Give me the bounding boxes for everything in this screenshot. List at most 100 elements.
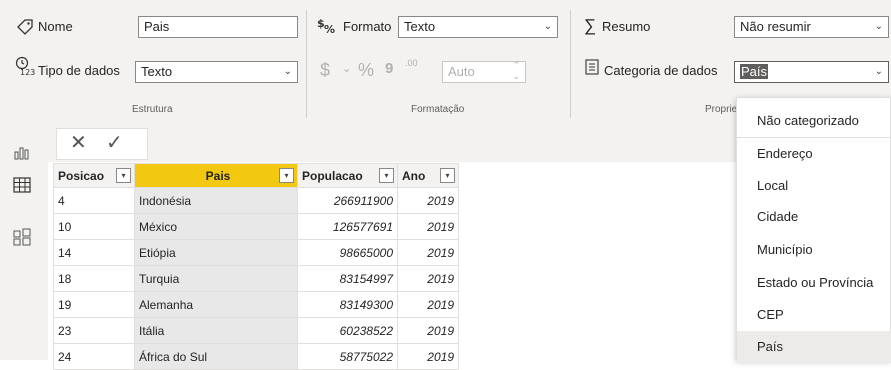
separator (570, 10, 571, 118)
table-row[interactable]: 18 Turquia 83154997 2019 (53, 265, 459, 292)
cell-ano[interactable]: 2019 (397, 317, 459, 344)
confirm-icon[interactable]: ✓ (106, 130, 123, 155)
model-view-icon[interactable] (13, 228, 31, 251)
menu-item-estado-ou-provincia[interactable]: Estado ou Província (737, 267, 891, 299)
table-row[interactable]: 23 Itália 60238522 2019 (53, 317, 459, 344)
cell-populacao[interactable]: 83149300 (297, 291, 398, 318)
cell-populacao[interactable]: 266911900 (297, 187, 398, 214)
tipo-de-dados-label: Tipo de dados (38, 63, 120, 78)
tag-icon (16, 18, 34, 41)
svg-text:%: % (324, 23, 335, 35)
nome-label: Nome (38, 19, 73, 34)
data-table: Posicao ▾ Pais ▾ Populacao ▾ Ano ▾ 4 Indonési… (53, 163, 459, 370)
filter-dropdown-icon[interactable]: ▾ (279, 168, 294, 183)
chevron-down-icon: ⌄ (874, 21, 883, 32)
cell-posicao[interactable]: 18 (53, 265, 135, 292)
filter-dropdown-icon[interactable]: ▾ (379, 168, 394, 183)
cell-ano[interactable]: 2019 (397, 343, 459, 370)
auto-value: Auto (448, 64, 475, 79)
decimal-places-input[interactable]: Auto ⌃ ⌄ (442, 60, 526, 83)
tipo-de-dados-select[interactable]: Texto ⌄ (135, 61, 298, 83)
cell-posicao[interactable]: 19 (53, 291, 135, 318)
formato-select[interactable]: Texto ⌄ (398, 16, 558, 38)
column-header-label: Pais (205, 168, 231, 183)
menu-item-endereco[interactable]: Endereço (737, 138, 891, 170)
menu-item-cidade[interactable]: Cidade (737, 201, 891, 233)
nome-input[interactable]: Pais (138, 16, 298, 38)
estrutura-group-label: Estrutura (132, 104, 173, 115)
view-sidebar (0, 124, 48, 360)
filter-dropdown-icon[interactable]: ▾ (116, 168, 131, 183)
column-header-populacao[interactable]: Populacao ▾ (297, 163, 398, 188)
separator (306, 10, 307, 118)
currency-chevron-icon[interactable]: ⌄ (342, 62, 351, 75)
cell-pais[interactable]: Etiópia (134, 239, 298, 266)
menu-item-cep[interactable]: CEP (737, 299, 891, 331)
cancel-icon[interactable]: ✕ (70, 130, 87, 155)
menu-item-nao-categorizado[interactable]: Não categorizado (737, 102, 891, 138)
column-header-label: Posicao (58, 168, 105, 183)
data-view-icon[interactable] (13, 177, 31, 198)
cell-pais[interactable]: Indonésia (134, 187, 298, 214)
table-row[interactable]: 4 Indonésia 266911900 2019 (53, 187, 459, 214)
categoria-dropdown-menu: Não categorizado Endereço Local Cidade M… (736, 97, 891, 363)
percent-button[interactable]: % (358, 60, 374, 81)
column-header-label: Populacao (302, 168, 363, 183)
table-row[interactable]: 24 África do Sul 58775022 2019 (53, 343, 459, 370)
table-row[interactable]: 14 Etiópia 98665000 2019 (53, 239, 459, 266)
cell-pais[interactable]: México (134, 213, 298, 240)
cell-populacao[interactable]: 58775022 (297, 343, 398, 370)
formato-value: Texto (404, 19, 436, 34)
cell-populacao[interactable]: 98665000 (297, 239, 398, 266)
category-icon (585, 59, 599, 80)
column-header-ano[interactable]: Ano ▾ (397, 163, 459, 188)
menu-item-municipio[interactable]: Município (737, 234, 891, 266)
column-header-label: Ano (402, 168, 426, 183)
cell-pais[interactable]: Alemanha (134, 291, 298, 318)
formula-buttons: ✕ ✓ (56, 128, 148, 160)
cell-populacao[interactable]: 126577691 (297, 213, 398, 240)
chevron-down-icon: ⌄ (283, 66, 292, 77)
decimal-button[interactable]: .00 (405, 58, 418, 68)
categoria-value: País (740, 64, 769, 79)
chevron-down-icon: ⌄ (874, 66, 883, 77)
filter-dropdown-icon[interactable]: ▾ (440, 168, 455, 183)
table-row[interactable]: 10 México 126577691 2019 (53, 213, 459, 240)
resumo-label: Resumo (602, 19, 651, 34)
format-icon: $% (317, 15, 341, 40)
cell-posicao[interactable]: 14 (53, 239, 135, 266)
cell-ano[interactable]: 2019 (397, 239, 459, 266)
formatacao-group-label: Formatação (411, 104, 465, 115)
report-view-icon[interactable] (14, 144, 30, 165)
cell-ano[interactable]: 2019 (397, 265, 459, 292)
menu-item-pais[interactable]: País (737, 331, 891, 363)
cell-populacao[interactable]: 83154997 (297, 265, 398, 292)
cell-posicao[interactable]: 24 (53, 343, 135, 370)
cell-ano[interactable]: 2019 (397, 291, 459, 318)
column-header-pais[interactable]: Pais ▾ (134, 163, 298, 188)
chevron-down-icon: ⌄ (543, 21, 552, 32)
categoria-select[interactable]: País ⌄ (734, 61, 889, 83)
currency-button[interactable]: $ (320, 60, 330, 81)
cell-ano[interactable]: 2019 (397, 187, 459, 214)
cell-posicao[interactable]: 10 (53, 213, 135, 240)
resumo-value: Não resumir (740, 19, 811, 34)
cell-ano[interactable]: 2019 (397, 213, 459, 240)
comma-button[interactable]: 9 (385, 60, 393, 77)
resumo-select[interactable]: Não resumir ⌄ (734, 16, 889, 38)
propriedades-group-label: Proprie (705, 104, 738, 115)
table-row[interactable]: 19 Alemanha 83149300 2019 (53, 291, 459, 318)
cell-pais[interactable]: Itália (134, 317, 298, 344)
cell-populacao[interactable]: 60238522 (297, 317, 398, 344)
spinner-icon[interactable]: ⌃ ⌄ (512, 60, 520, 82)
cell-posicao[interactable]: 4 (53, 187, 135, 214)
menu-item-local[interactable]: Local (737, 170, 891, 202)
column-header-posicao[interactable]: Posicao ▾ (53, 163, 135, 188)
cell-posicao[interactable]: 23 (53, 317, 135, 344)
tipo-de-dados-value: Texto (141, 64, 173, 79)
data-type-icon: 123 (15, 56, 35, 81)
cell-pais[interactable]: África do Sul (134, 343, 298, 370)
svg-text:123: 123 (20, 68, 35, 76)
formato-label: Formato (343, 19, 392, 34)
cell-pais[interactable]: Turquia (134, 265, 298, 292)
